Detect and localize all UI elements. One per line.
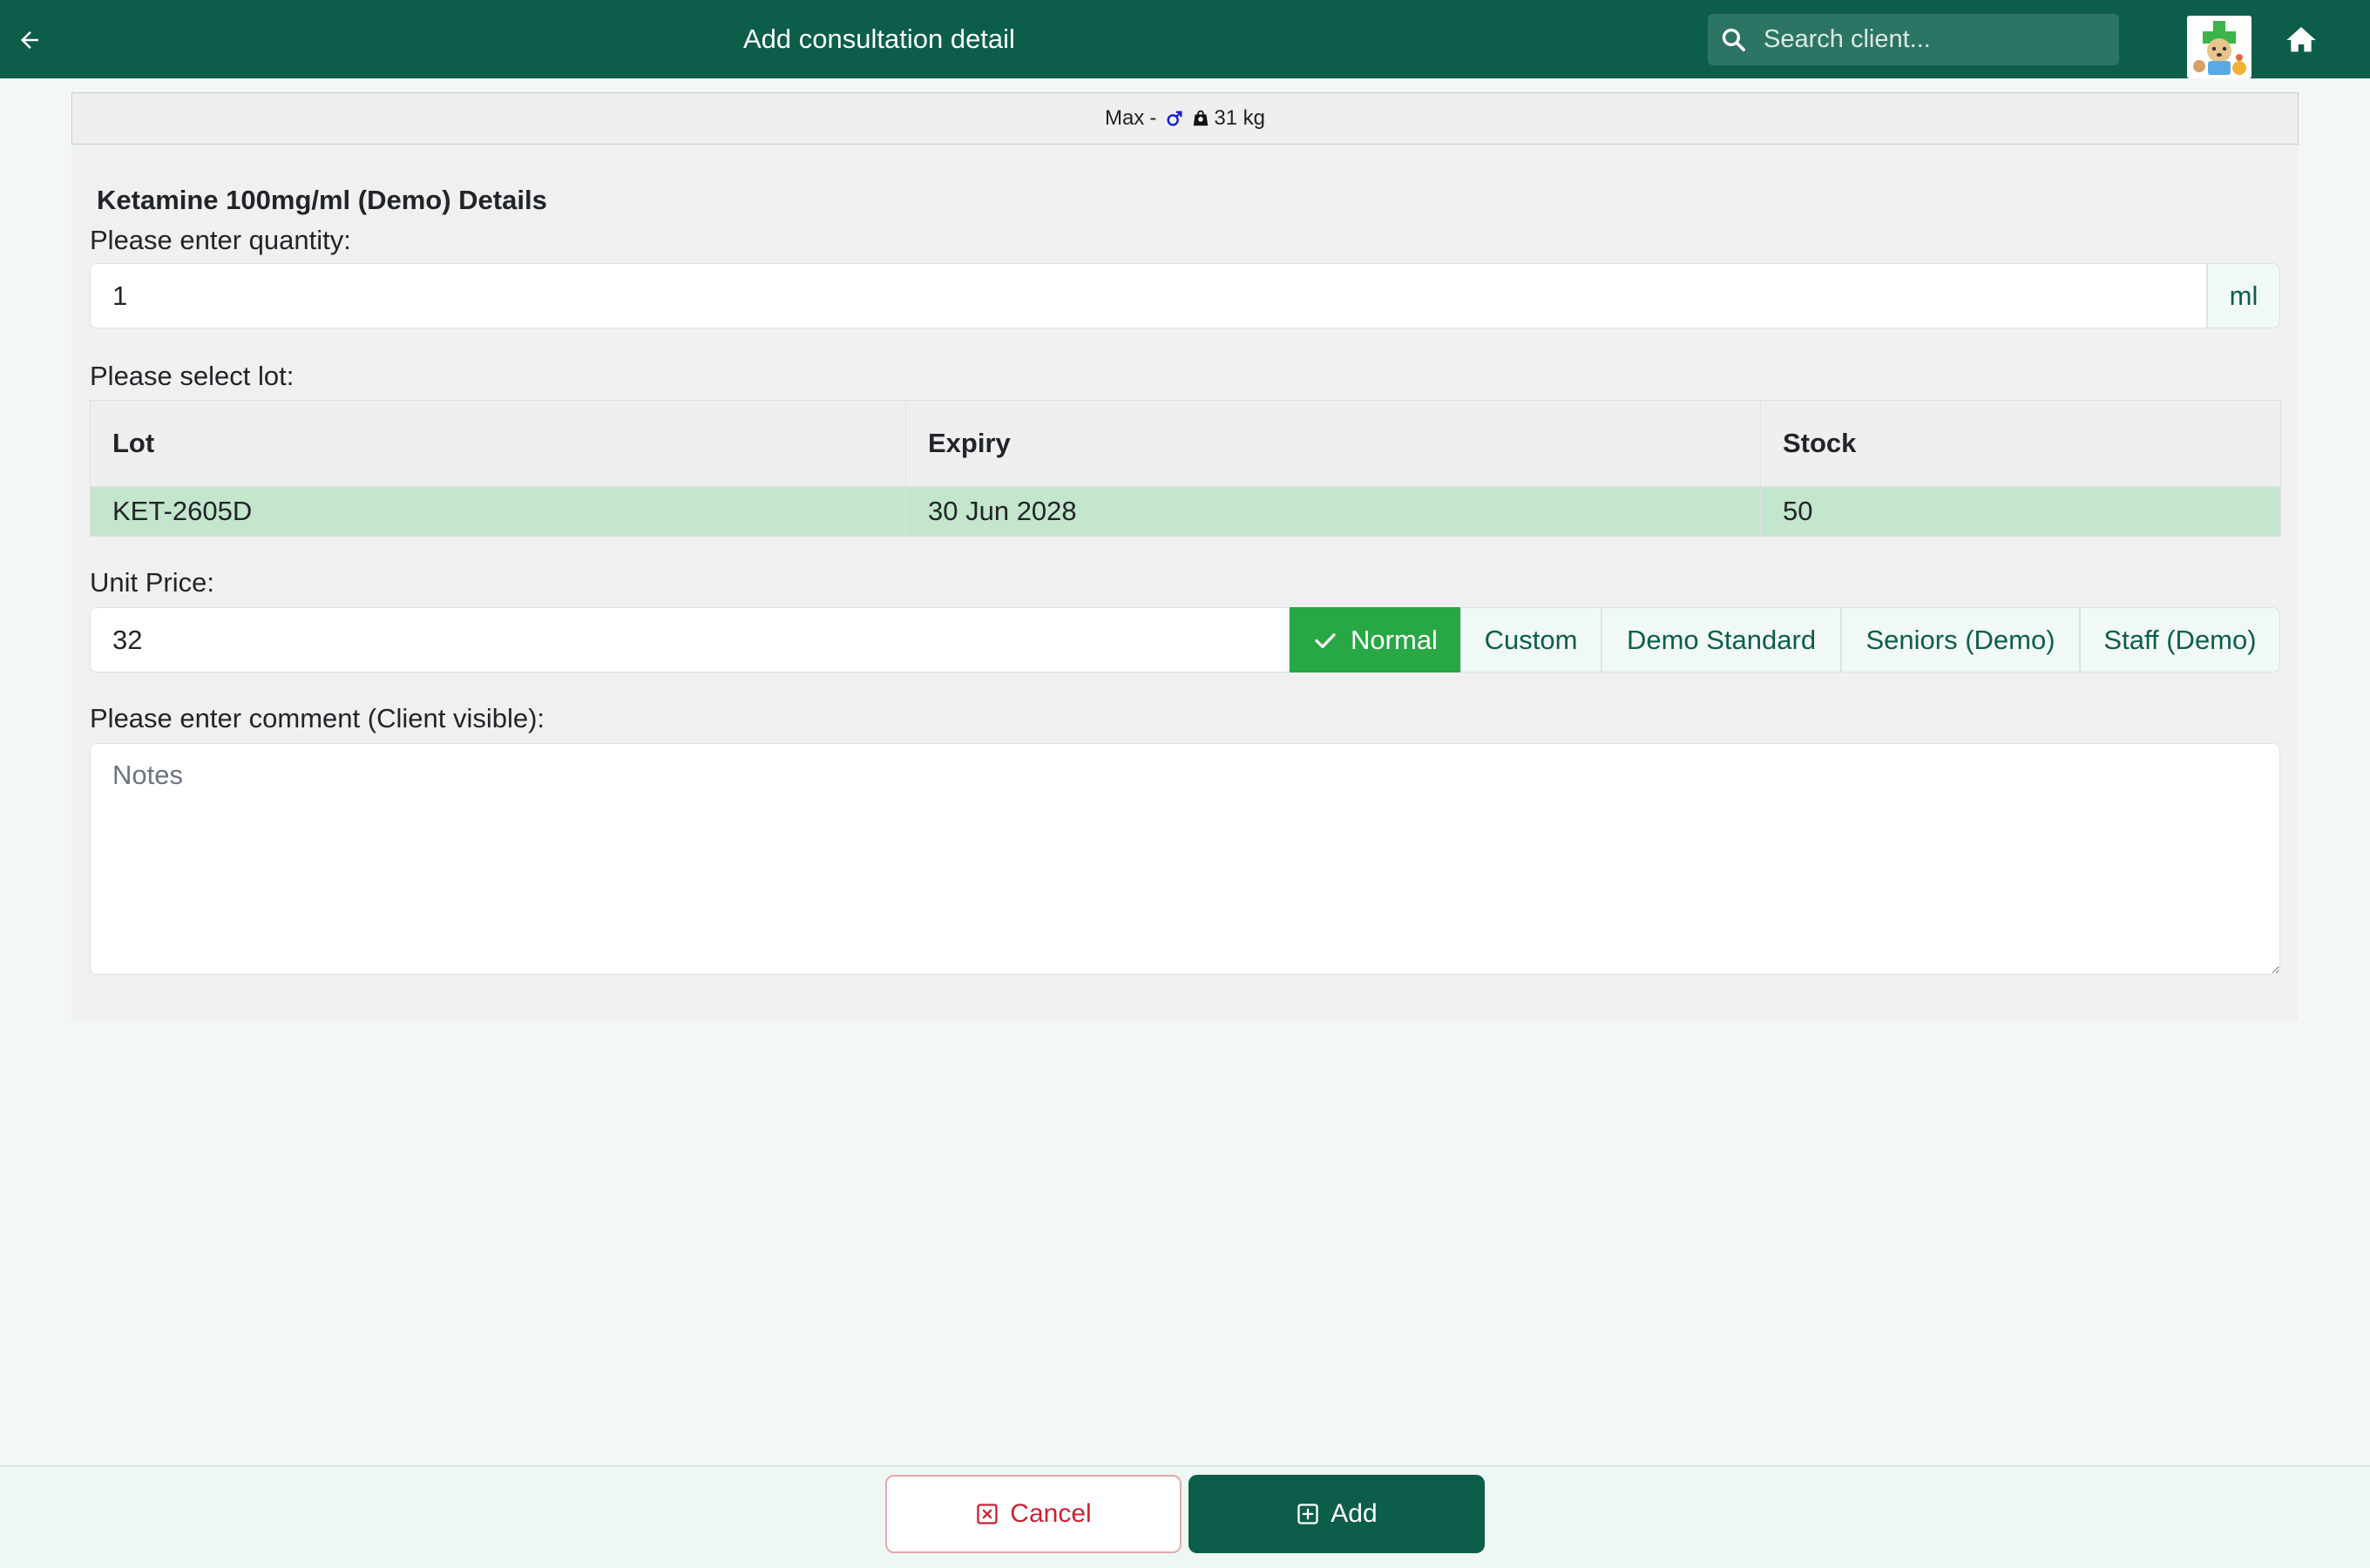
search-client-input[interactable] <box>1764 14 2109 65</box>
table-row[interactable]: KET-2605D 30 Jun 2028 50 <box>90 486 2281 537</box>
price-option-label: Staff (Demo) <box>2103 624 2257 655</box>
unit-label: ml <box>2207 263 2280 328</box>
client-search[interactable] <box>1708 14 2119 65</box>
lot-label: Please select lot: <box>90 361 295 391</box>
price-option-label: Seniors (Demo) <box>1866 624 2055 655</box>
column-header-expiry: Expiry <box>905 400 1761 487</box>
price-option-label: Demo Standard <box>1626 624 1817 655</box>
quantity-input[interactable] <box>90 263 2207 328</box>
arrow-left-icon <box>21 31 38 49</box>
search-icon <box>1722 28 1745 51</box>
male-icon <box>1167 111 1182 126</box>
unit-price-label: Unit Price: <box>90 567 214 598</box>
patient-summary: Max - 31 kg <box>71 92 2299 145</box>
check-icon <box>1315 632 1336 648</box>
lot-cell: KET-2605D <box>90 486 906 537</box>
table-header-row: Lot Expiry Stock <box>90 400 2281 487</box>
add-label: Add <box>1331 1499 1378 1528</box>
patient-weight: 31 kg <box>1214 106 1266 130</box>
separator: - <box>1149 106 1157 130</box>
lot-table: Lot Expiry Stock KET-2605D 30 Jun 2028 5… <box>90 400 2281 537</box>
comment-textarea[interactable] <box>90 743 2280 975</box>
expiry-cell: 30 Jun 2028 <box>905 486 1761 537</box>
patient-name: Max <box>1104 106 1145 130</box>
top-bar: Add consultation detail <box>0 0 2370 78</box>
price-option-staff[interactable]: Staff (Demo) <box>2080 607 2280 672</box>
comment-label: Please enter comment (Client visible): <box>90 703 545 733</box>
back-button[interactable] <box>12 23 47 57</box>
cancel-icon <box>977 1504 998 1524</box>
plus-square-icon <box>1297 1504 1318 1524</box>
home-icon <box>2286 27 2316 52</box>
column-header-lot: Lot <box>90 400 906 487</box>
price-option-demo-standard[interactable]: Demo Standard <box>1601 607 1841 672</box>
price-option-label: Normal <box>1351 624 1438 655</box>
column-header-stock: Stock <box>1760 400 2281 487</box>
home-button[interactable] <box>2283 23 2319 57</box>
cancel-label: Cancel <box>1010 1499 1092 1528</box>
price-option-label: Custom <box>1484 624 1578 655</box>
price-option-normal[interactable]: Normal <box>1290 607 1460 672</box>
weight-icon <box>1194 110 1209 126</box>
price-option-custom[interactable]: Custom <box>1460 607 1601 672</box>
details-title: Ketamine 100mg/ml (Demo) Details <box>97 185 547 215</box>
unit-price-input[interactable] <box>90 607 1290 672</box>
cancel-button[interactable]: Cancel <box>885 1475 1182 1553</box>
quantity-label: Please enter quantity: <box>90 225 351 255</box>
clinic-logo[interactable] <box>2187 16 2252 78</box>
stock-cell: 50 <box>1760 486 2281 537</box>
price-option-seniors[interactable]: Seniors (Demo) <box>1841 607 2080 672</box>
page-title: Add consultation detail <box>743 24 1015 54</box>
add-button[interactable]: Add <box>1188 1475 1485 1553</box>
footer-bar <box>0 1465 2370 1568</box>
